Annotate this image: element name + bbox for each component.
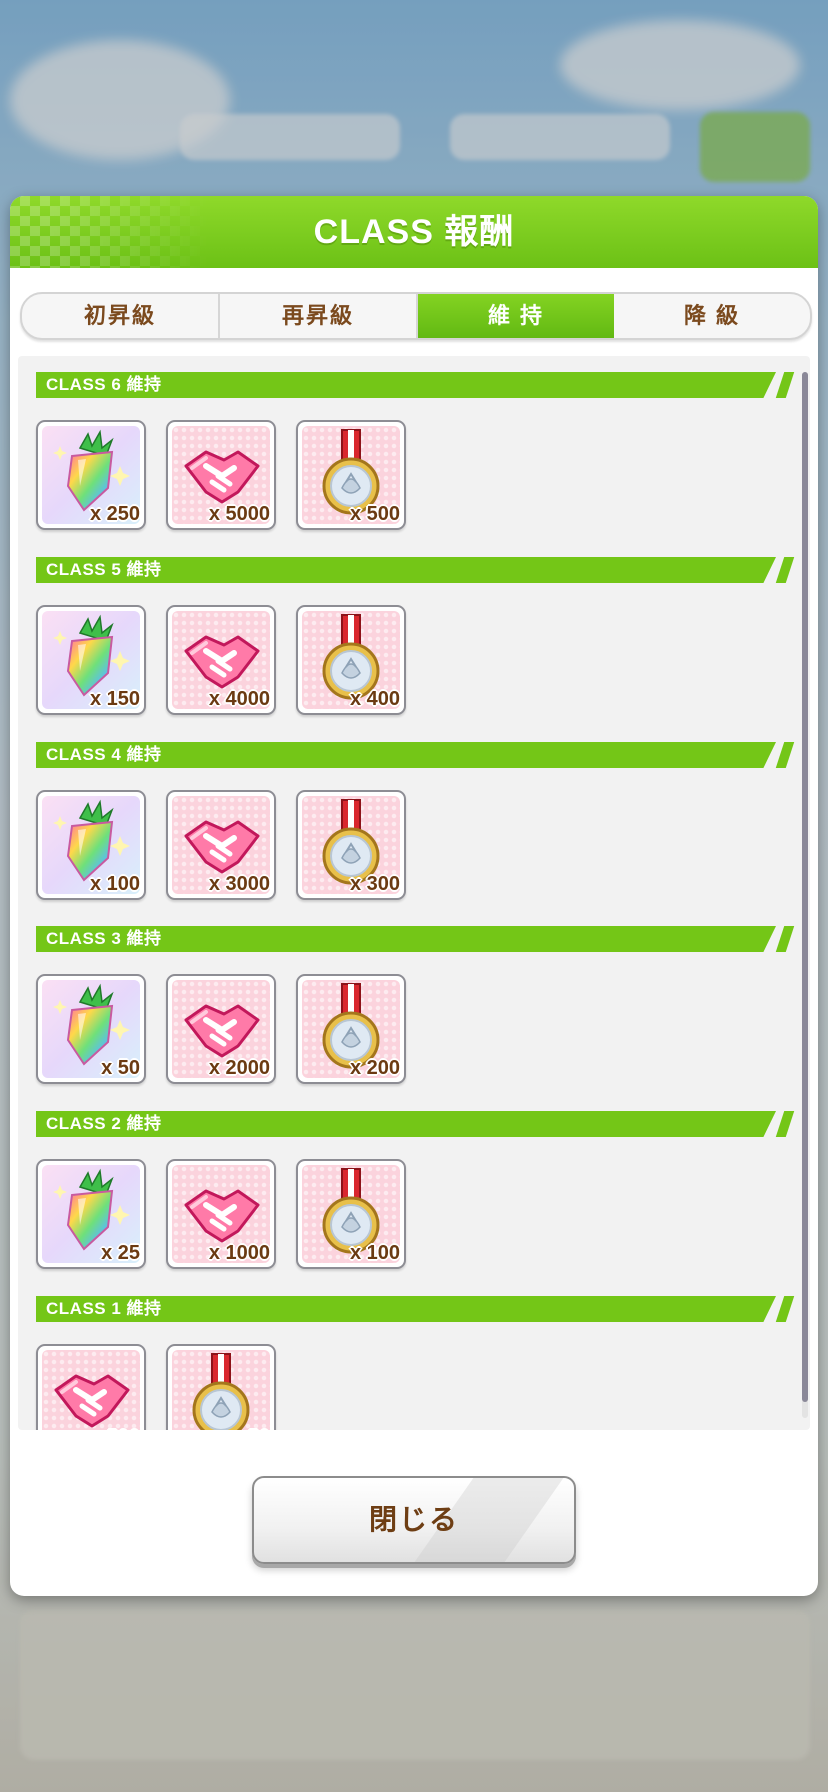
class-header-slash xyxy=(775,557,795,583)
reward-item[interactable]: x 100 xyxy=(296,1159,406,1269)
reward-item[interactable]: x 50 xyxy=(166,1344,276,1430)
reward-items: x 500 x 50 xyxy=(36,1344,788,1430)
reward-item[interactable]: x 500 xyxy=(296,420,406,530)
class-section: CLASS 5 維持 x 150 x 4000 x 400 xyxy=(36,557,795,715)
reward-quantity: x 4000 xyxy=(208,688,270,710)
reward-quantity: x 50 xyxy=(231,1427,270,1430)
reward-item[interactable]: x 300 xyxy=(296,790,406,900)
tab-re-promotion[interactable]: 再昇級 xyxy=(220,294,418,338)
reward-item[interactable]: x 500 xyxy=(36,1344,146,1430)
reward-quantity: x 1000 xyxy=(208,1242,270,1264)
reward-item[interactable]: x 5000 xyxy=(166,420,276,530)
class-section: CLASS 6 維持 x 250 x 5000 x 500 xyxy=(36,372,795,530)
reward-items: x 25 x 1000 x 100 xyxy=(36,1159,788,1269)
reward-quantity: x 25 xyxy=(101,1242,140,1264)
class-reward-dialog: CLASS 報酬 初昇級 再昇級 維 持 降 級 CLASS 6 維持 x 250… xyxy=(10,196,818,1596)
close-button-label: 閉じる xyxy=(368,1504,459,1535)
class-section: CLASS 1 維持 x 500 x 50 xyxy=(36,1296,795,1430)
reward-item[interactable]: x 25 xyxy=(36,1159,146,1269)
reward-item[interactable]: x 150 xyxy=(36,605,146,715)
class-header-label: CLASS 3 維持 xyxy=(46,929,162,948)
reward-item[interactable]: x 100 xyxy=(36,790,146,900)
class-header-slash xyxy=(775,372,795,398)
reward-list[interactable]: CLASS 6 維持 x 250 x 5000 x 500 CLASS 5 維持 x 15… xyxy=(18,356,810,1430)
reward-item[interactable]: x 4000 xyxy=(166,605,276,715)
class-header-slash xyxy=(775,1296,795,1322)
dialog-header: CLASS 報酬 xyxy=(10,196,818,268)
class-header-label: CLASS 6 維持 xyxy=(46,375,162,394)
reward-quantity: x 250 xyxy=(89,503,140,525)
close-button[interactable]: 閉じる xyxy=(252,1476,576,1564)
reward-item[interactable]: x 400 xyxy=(296,605,406,715)
reward-items: x 150 x 4000 x 400 xyxy=(36,605,788,715)
reward-quantity: x 150 xyxy=(89,688,140,710)
dialog-title: CLASS 報酬 xyxy=(313,213,515,251)
reward-quantity: x 50 xyxy=(101,1057,140,1079)
reward-quantity: x 500 xyxy=(90,1427,140,1430)
class-header: CLASS 6 維持 xyxy=(36,372,795,398)
reward-quantity: x 100 xyxy=(89,873,140,895)
class-header: CLASS 1 維持 xyxy=(36,1296,795,1322)
reward-quantity: x 100 xyxy=(349,1242,400,1264)
reward-quantity: x 300 xyxy=(349,873,400,895)
tab-first-promotion[interactable]: 初昇級 xyxy=(22,294,220,338)
reward-item[interactable]: x 50 xyxy=(36,974,146,1084)
class-section: CLASS 3 維持 x 50 x 2000 x 200 xyxy=(36,926,795,1084)
handshake-icon xyxy=(42,1350,140,1430)
reward-items: x 100 x 3000 x 300 xyxy=(36,790,788,900)
scrollbar-thumb[interactable] xyxy=(802,372,808,1402)
tab-maintain[interactable]: 維 持 xyxy=(418,294,614,338)
reward-items: x 250 x 5000 x 500 xyxy=(36,420,788,530)
reward-item[interactable]: x 3000 xyxy=(166,790,276,900)
class-section: CLASS 4 維持 x 100 x 3000 x 300 xyxy=(36,742,795,900)
reward-item[interactable]: x 250 xyxy=(36,420,146,530)
reward-quantity: x 5000 xyxy=(208,503,270,525)
tab-demotion[interactable]: 降 級 xyxy=(614,294,810,338)
reward-quantity: x 400 xyxy=(349,688,400,710)
reward-item[interactable]: x 1000 xyxy=(166,1159,276,1269)
reward-quantity: x 200 xyxy=(349,1057,400,1079)
class-header-label: CLASS 2 維持 xyxy=(46,1114,162,1133)
reward-item[interactable]: x 200 xyxy=(296,974,406,1084)
class-header-slash xyxy=(775,1111,795,1137)
class-header: CLASS 4 維持 xyxy=(36,742,795,768)
reward-quantity: x 2000 xyxy=(208,1057,270,1079)
class-header-label: CLASS 4 維持 xyxy=(46,745,162,764)
class-header-slash xyxy=(775,742,795,768)
reward-quantity: x 3000 xyxy=(208,873,270,895)
reward-tabs: 初昇級 再昇級 維 持 降 級 xyxy=(20,292,812,340)
class-header-slash xyxy=(775,926,795,952)
class-header: CLASS 3 維持 xyxy=(36,926,795,952)
class-header: CLASS 2 維持 xyxy=(36,1111,795,1137)
reward-quantity: x 500 xyxy=(349,503,400,525)
medal-icon xyxy=(172,1350,270,1430)
class-header-label: CLASS 5 維持 xyxy=(46,560,162,579)
reward-items: x 50 x 2000 x 200 xyxy=(36,974,788,1084)
class-header: CLASS 5 維持 xyxy=(36,557,795,583)
class-section: CLASS 2 維持 x 25 x 1000 x 100 xyxy=(36,1111,795,1269)
class-header-label: CLASS 1 維持 xyxy=(46,1299,162,1318)
reward-item[interactable]: x 2000 xyxy=(166,974,276,1084)
